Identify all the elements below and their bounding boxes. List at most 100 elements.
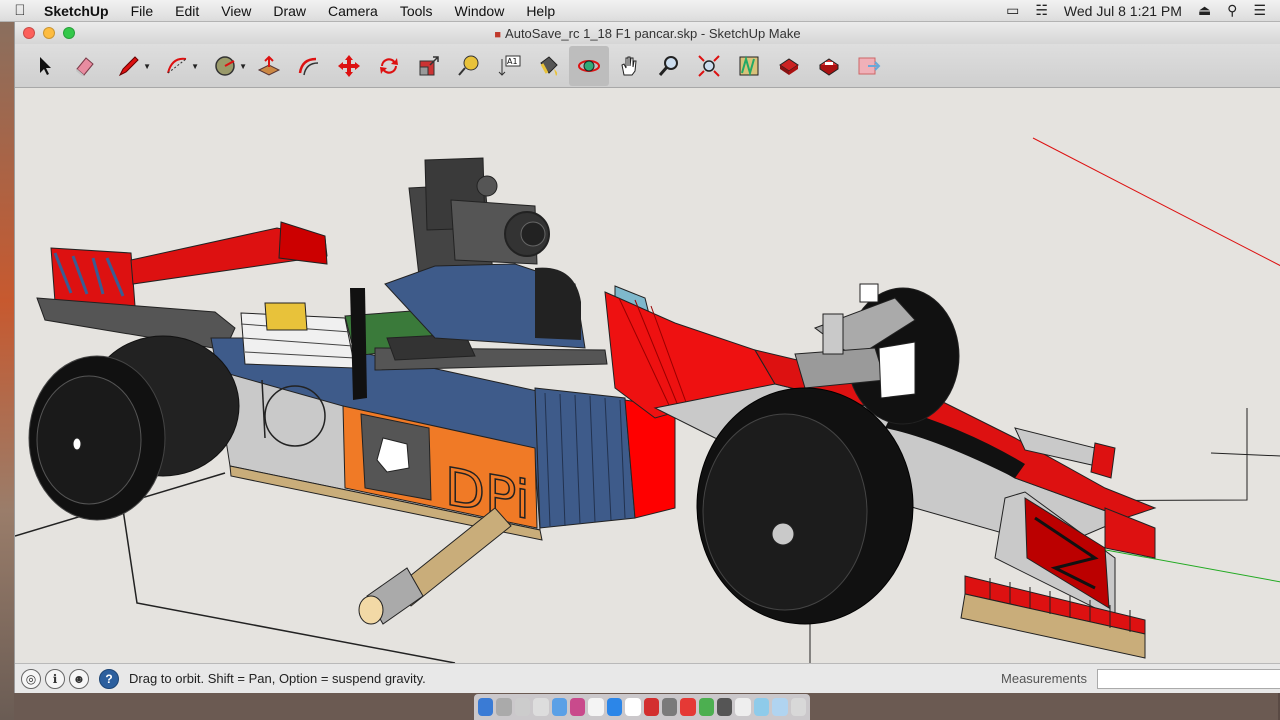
menu-draw[interactable]: Draw bbox=[262, 3, 317, 19]
text-tool[interactable]: A1 bbox=[489, 46, 529, 86]
help-icon[interactable]: ? bbox=[99, 668, 119, 689]
chrome-icon[interactable] bbox=[680, 698, 696, 716]
line-tool[interactable]: ▼ bbox=[105, 46, 153, 86]
warehouse-tool[interactable] bbox=[729, 46, 769, 86]
kindle-icon[interactable] bbox=[661, 698, 678, 716]
title-bar[interactable]: ■ AutoSave_rc 1_18 F1 pancar.skp - Sketch… bbox=[15, 22, 1280, 44]
extension-warehouse-tool[interactable] bbox=[769, 46, 809, 86]
sketchup-window: ■ AutoSave_rc 1_18 F1 pancar.skp - Sketch… bbox=[14, 22, 1280, 693]
send-to-layout-tool[interactable] bbox=[849, 46, 889, 86]
shapes-tool[interactable]: ▼ bbox=[201, 46, 249, 86]
menu-help[interactable]: Help bbox=[515, 3, 566, 19]
wifi-icon[interactable]: ☵ bbox=[1035, 2, 1048, 19]
magnifier-icon bbox=[658, 55, 678, 76]
bucket-icon bbox=[540, 55, 558, 76]
status-hint: Drag to orbit. Shift = Pan, Option = sus… bbox=[129, 671, 426, 686]
pan-tool[interactable] bbox=[609, 46, 649, 86]
airplay-icon[interactable]: ▭ bbox=[1006, 2, 1019, 19]
trash-icon[interactable] bbox=[790, 698, 807, 716]
status-bar: ◎ ℹ ☻ ? Drag to orbit. Shift = Pan, Opti… bbox=[15, 663, 1280, 693]
photos-icon[interactable] bbox=[625, 698, 641, 716]
scale-tool[interactable] bbox=[409, 46, 449, 86]
warehouse-icon bbox=[739, 54, 759, 77]
geo-location-icon[interactable]: ◎ bbox=[21, 668, 41, 689]
model-scene[interactable]: DPi bbox=[15, 88, 1280, 663]
system-preferences-icon[interactable] bbox=[514, 698, 531, 716]
apple-icon[interactable]:  bbox=[0, 2, 40, 19]
sketchup-icon[interactable] bbox=[643, 698, 659, 716]
menu-tools[interactable]: Tools bbox=[389, 3, 444, 19]
circle-icon bbox=[215, 55, 235, 76]
front-wheel bbox=[696, 387, 914, 625]
credits-icon[interactable]: ℹ bbox=[45, 668, 65, 689]
measurements-input[interactable] bbox=[1097, 668, 1280, 689]
push-pull-icon bbox=[257, 55, 281, 76]
user-icon[interactable]: ☻ bbox=[69, 668, 89, 689]
offset-tool[interactable] bbox=[289, 46, 329, 86]
eraser-tool[interactable] bbox=[65, 46, 105, 86]
clock[interactable]: Wed Jul 8 1:21 PM bbox=[1064, 3, 1182, 19]
arrow-icon bbox=[40, 56, 51, 75]
rear-wheel bbox=[28, 335, 240, 521]
scale-icon bbox=[419, 55, 439, 75]
orbit-tool[interactable] bbox=[569, 45, 609, 86]
model-viewport[interactable]: DPi bbox=[15, 88, 1280, 663]
textedit-icon[interactable] bbox=[588, 698, 604, 716]
itunes-icon[interactable] bbox=[569, 698, 586, 716]
rotate-icon bbox=[380, 57, 398, 74]
sketchup-models-tool[interactable] bbox=[809, 46, 849, 86]
document-icon: ■ bbox=[494, 29, 502, 41]
menu-bar:  SketchUp File Edit View Draw Camera To… bbox=[0, 0, 1280, 22]
select-tool[interactable] bbox=[25, 46, 65, 86]
offset-icon bbox=[298, 57, 319, 75]
camera-mount bbox=[408, 157, 550, 277]
menu-file[interactable]: File bbox=[120, 3, 165, 19]
folder-icon[interactable] bbox=[753, 698, 770, 716]
zoom-extents-icon bbox=[698, 54, 720, 77]
menu-view[interactable]: View bbox=[210, 3, 262, 19]
extension-icon bbox=[779, 57, 799, 75]
launchpad-icon[interactable] bbox=[496, 698, 512, 716]
menu-edit[interactable]: Edit bbox=[164, 3, 210, 19]
chevron-down-icon[interactable]: ▼ bbox=[191, 62, 199, 71]
arc-icon bbox=[167, 57, 187, 73]
app-store-icon[interactable] bbox=[606, 698, 623, 716]
dock bbox=[474, 694, 810, 720]
red-axis bbox=[1032, 137, 1280, 267]
rotate-tool[interactable] bbox=[369, 46, 409, 86]
zoom-tool[interactable] bbox=[649, 46, 689, 86]
documents-icon[interactable] bbox=[735, 698, 751, 716]
measurements-label: Measurements bbox=[1001, 671, 1087, 686]
move-tool[interactable] bbox=[329, 46, 369, 86]
hand-icon bbox=[621, 56, 637, 75]
paint-bucket-tool[interactable] bbox=[529, 46, 569, 86]
models-icon bbox=[819, 57, 839, 76]
chevron-down-icon[interactable]: ▼ bbox=[143, 62, 151, 71]
toolbar: ▼ ▼ ▼ A1 bbox=[15, 44, 1280, 88]
push-pull-tool[interactable] bbox=[249, 46, 289, 86]
tape-measure-tool[interactable] bbox=[449, 46, 489, 86]
clock-app-icon[interactable] bbox=[533, 698, 549, 716]
eject-icon[interactable]: ⏏ bbox=[1198, 2, 1211, 19]
menu-window[interactable]: Window bbox=[444, 3, 516, 19]
downloads-icon[interactable] bbox=[717, 698, 733, 716]
green-axis bbox=[1094, 547, 1280, 583]
app-menu[interactable]: SketchUp bbox=[40, 3, 120, 19]
rear-spoiler bbox=[50, 221, 328, 307]
zoom-extents-tool[interactable] bbox=[689, 46, 729, 86]
front-rod bbox=[358, 507, 512, 625]
applications-folder-icon[interactable] bbox=[772, 698, 788, 716]
arc-tool[interactable]: ▼ bbox=[153, 46, 201, 86]
chevron-down-icon[interactable]: ▼ bbox=[239, 62, 247, 71]
spotlight-icon[interactable]: ⚲ bbox=[1227, 2, 1237, 19]
text-tool-label: A1 bbox=[507, 57, 518, 66]
eraser-icon bbox=[76, 56, 94, 76]
orbit-icon bbox=[578, 59, 600, 72]
notification-center-icon[interactable]: ☰ bbox=[1253, 2, 1266, 19]
safari-icon[interactable] bbox=[551, 698, 567, 716]
text-icon: A1 bbox=[498, 55, 521, 76]
menu-camera[interactable]: Camera bbox=[317, 3, 389, 19]
app-icon[interactable] bbox=[698, 698, 715, 716]
finder-icon[interactable] bbox=[478, 698, 494, 716]
window-title-text: AutoSave_rc 1_18 F1 pancar.skp - SketchU… bbox=[505, 26, 801, 41]
